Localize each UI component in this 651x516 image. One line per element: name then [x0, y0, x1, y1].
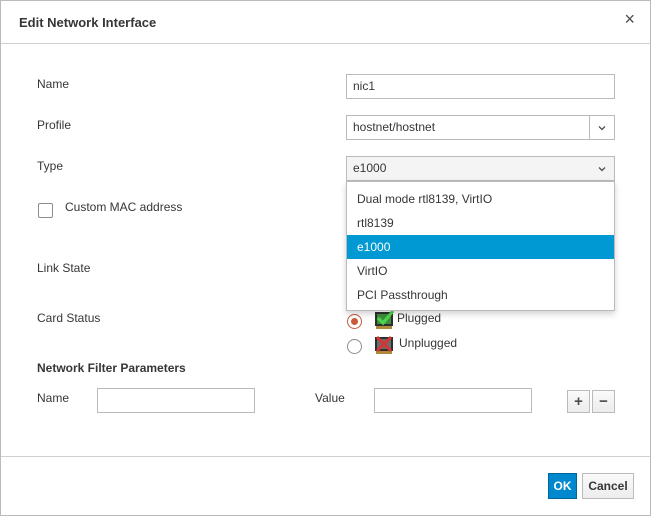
remove-filter-button[interactable]: −	[592, 390, 615, 413]
dialog-footer-divider	[1, 456, 650, 457]
type-select-value: e1000	[353, 161, 387, 175]
profile-label: Profile	[37, 118, 72, 132]
ok-button[interactable]: OK	[548, 473, 577, 499]
profile-select[interactable]: hostnet/hostnet	[346, 115, 615, 140]
name-input[interactable]: nic1	[346, 74, 615, 99]
profile-select-value: hostnet/hostnet	[353, 120, 436, 134]
type-option-rtl8139[interactable]: rtl8139	[347, 211, 614, 235]
type-label: Type	[37, 159, 64, 173]
card-status-label: Card Status	[37, 311, 101, 325]
custom-mac-checkbox[interactable]	[38, 203, 53, 218]
card-status-plugged-label: Plugged	[397, 311, 442, 325]
filter-value-input[interactable]	[374, 388, 532, 413]
chevron-down-icon[interactable]	[589, 116, 614, 139]
type-option-dual-mode[interactable]: Dual mode rtl8139, VirtIO	[347, 187, 614, 211]
network-filter-section-title: Network Filter Parameters	[37, 361, 186, 375]
filter-value-label: Value	[315, 391, 345, 405]
card-status-plugged-radio[interactable]	[347, 314, 362, 329]
name-label: Name	[37, 77, 70, 91]
card-status-unplugged-radio[interactable]	[347, 339, 362, 354]
type-option-pci-passthrough[interactable]: PCI Passthrough	[347, 283, 614, 307]
link-state-label: Link State	[37, 261, 91, 275]
edit-network-interface-dialog: Edit Network Interface × Name nic1 Profi…	[0, 0, 651, 516]
dialog-header: Edit Network Interface ×	[1, 1, 650, 44]
add-filter-button[interactable]: +	[567, 390, 590, 413]
type-dropdown-menu: Dual mode rtl8139, VirtIO rtl8139 e1000 …	[346, 181, 615, 311]
card-status-unplugged-label: Unplugged	[399, 336, 458, 350]
type-option-virtio[interactable]: VirtIO	[347, 259, 614, 283]
type-option-e1000[interactable]: e1000	[347, 235, 614, 259]
cancel-button[interactable]: Cancel	[582, 473, 634, 499]
nic-plugged-icon	[375, 309, 395, 329]
filter-name-label: Name	[37, 391, 70, 405]
chevron-down-icon[interactable]	[589, 157, 614, 180]
filter-name-input[interactable]	[97, 388, 255, 413]
dialog-title: Edit Network Interface	[19, 15, 157, 30]
type-select[interactable]: e1000	[346, 156, 615, 181]
custom-mac-label: Custom MAC address	[65, 200, 183, 214]
close-icon[interactable]: ×	[624, 10, 635, 28]
nic-unplugged-icon	[375, 335, 393, 354]
